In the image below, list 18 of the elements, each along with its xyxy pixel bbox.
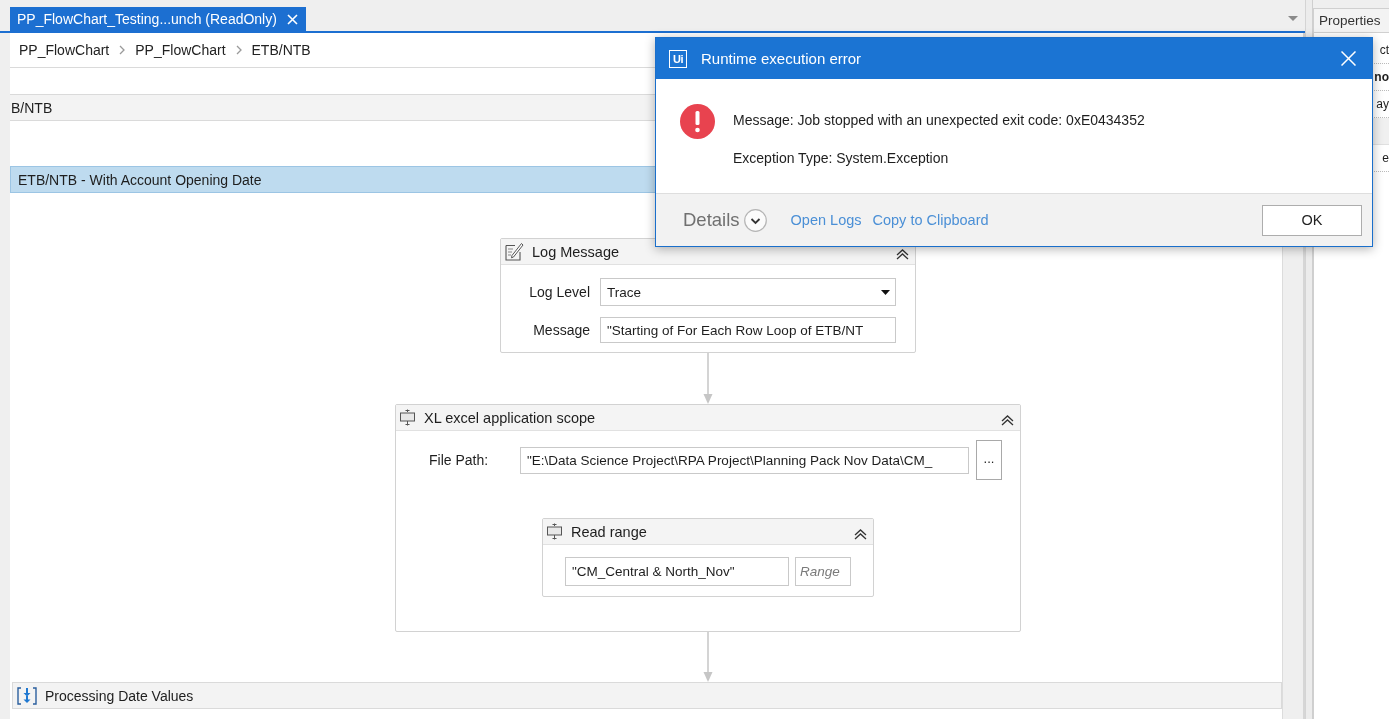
field-label: File Path: bbox=[429, 452, 490, 468]
field-label: Message bbox=[532, 322, 590, 338]
details-label: Details bbox=[683, 209, 740, 231]
property-category-text: no bbox=[1374, 70, 1389, 84]
property-text: e bbox=[1382, 151, 1389, 165]
property-text: ay bbox=[1376, 97, 1389, 111]
property-text: ct bbox=[1379, 43, 1389, 57]
exception-type: Exception Type: System.Exception bbox=[733, 150, 950, 166]
app-logo: Ui bbox=[669, 49, 687, 68]
header-title: ETB/NTB - With Account Opening Date bbox=[18, 171, 262, 188]
field-label: Log Level bbox=[528, 284, 590, 300]
activity-title: Processing Date Values bbox=[45, 687, 194, 704]
activity-title: Read range bbox=[571, 523, 648, 540]
error-message: Message: Job stopped with an unexpected exit code: 0xE0434352 bbox=[733, 112, 1145, 128]
activity-title: XL excel application scope bbox=[424, 409, 597, 426]
activity-title: Log Message bbox=[532, 243, 621, 260]
header-title: B/NTB bbox=[11, 99, 53, 116]
dialog-title: Runtime execution error bbox=[701, 50, 863, 67]
